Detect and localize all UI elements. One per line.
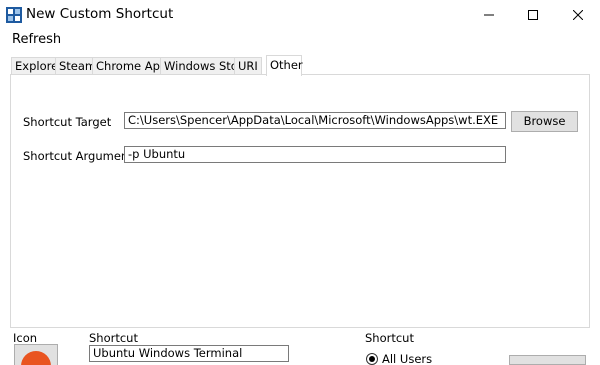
ubuntu-icon: [21, 351, 51, 365]
menu-bar: Refresh: [0, 30, 600, 50]
browse-button[interactable]: Browse: [511, 111, 578, 132]
shortcut-target-label: Shortcut Target: [23, 115, 112, 129]
shortcut-scope-label: Shortcut: [365, 331, 414, 345]
shortcut-arguments-label: Shortcut Arguments: [23, 149, 139, 163]
shortcut-name-label: Shortcut: [89, 331, 138, 345]
shortcut-name-input[interactable]: Ubuntu Windows Terminal: [89, 345, 289, 362]
icon-label: Icon: [13, 331, 38, 345]
maximize-button[interactable]: [510, 0, 556, 30]
tab-uri[interactable]: URI: [234, 57, 262, 75]
minimize-button[interactable]: [466, 0, 512, 30]
refresh-menu-item[interactable]: Refresh: [12, 32, 61, 47]
window-title: New Custom Shortcut: [26, 6, 174, 22]
tab-panel-other: Shortcut Target C:\Users\Spencer\AppData…: [10, 74, 590, 328]
radio-selected-dot: [369, 356, 375, 362]
title-bar: New Custom Shortcut: [0, 0, 600, 30]
close-icon: [573, 10, 583, 20]
minimize-icon: [484, 14, 494, 16]
shortcut-arguments-input[interactable]: -p Ubuntu: [124, 146, 506, 163]
tab-other[interactable]: Other: [266, 55, 303, 76]
icon-preview-button[interactable]: [14, 344, 58, 365]
partial-bottom-button[interactable]: [509, 355, 586, 365]
app-logo-icon: [6, 7, 22, 23]
close-button[interactable]: [555, 0, 600, 30]
all-users-radio[interactable]: [366, 353, 378, 365]
maximize-icon: [528, 10, 538, 20]
all-users-label: All Users: [382, 352, 433, 365]
shortcut-target-input[interactable]: C:\Users\Spencer\AppData\Local\Microsoft…: [124, 112, 506, 129]
